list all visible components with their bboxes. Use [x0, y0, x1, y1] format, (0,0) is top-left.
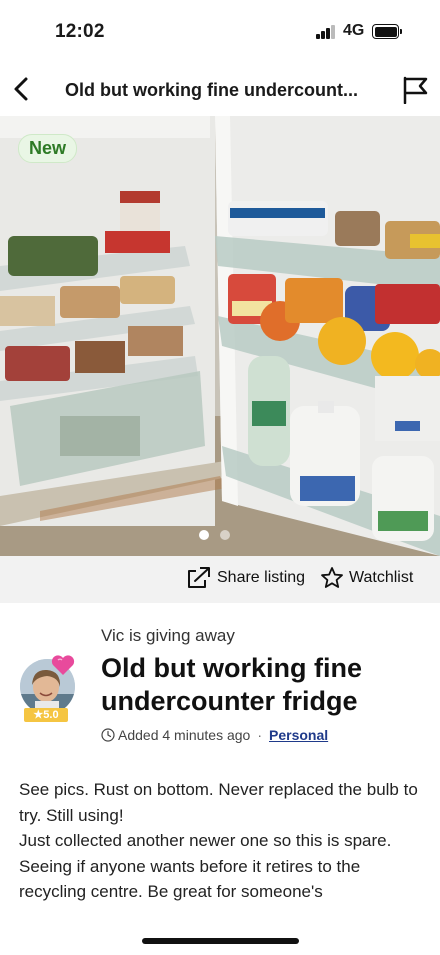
- home-indicator[interactable]: [142, 938, 299, 944]
- fridge-photo-image: [0, 116, 440, 556]
- header: Old but working fine undercount...: [0, 62, 440, 116]
- giver-text: Vic is giving away: [101, 626, 235, 645]
- status-bar: 12:02 4G: [0, 0, 440, 62]
- star-icon: [321, 567, 343, 588]
- network-label: 4G: [343, 22, 365, 39]
- flag-icon: [403, 76, 428, 105]
- personal-link[interactable]: Personal: [269, 727, 328, 743]
- battery-icon: [372, 24, 402, 39]
- photo-pagination[interactable]: [199, 530, 230, 540]
- watchlist-label: Watchlist: [349, 569, 414, 586]
- added-time: Added 4 minutes ago: [118, 727, 251, 743]
- back-button[interactable]: [6, 74, 36, 104]
- watchlist-button[interactable]: Watchlist: [320, 566, 413, 590]
- share-icon: [188, 567, 210, 588]
- listing-description: See pics. Rust on bottom. Never replaced…: [19, 780, 418, 901]
- new-badge: New: [18, 134, 78, 163]
- pagination-dot[interactable]: [199, 530, 209, 540]
- report-button[interactable]: [400, 76, 430, 105]
- clock-icon: [101, 728, 115, 742]
- signal-icon: [316, 25, 336, 39]
- heart-icon: [51, 655, 75, 675]
- listing-title: Old but working fine undercounter fridge: [101, 653, 362, 716]
- chevron-left-icon: [14, 77, 28, 101]
- rating-badge: ★5.0: [24, 708, 68, 722]
- action-bar: Share listing Watchlist: [0, 556, 440, 603]
- share-listing-label: Share listing: [217, 569, 306, 586]
- listing-photo[interactable]: [0, 116, 440, 556]
- pagination-dot[interactable]: [220, 530, 230, 540]
- share-listing-button[interactable]: Share listing: [186, 566, 305, 590]
- header-title: Old but working fine undercount...: [65, 80, 358, 100]
- status-time: 12:02: [55, 21, 105, 42]
- listing-meta: Added 4 minutes ago · Personal: [101, 727, 328, 743]
- meta-separator: ·: [257, 727, 262, 743]
